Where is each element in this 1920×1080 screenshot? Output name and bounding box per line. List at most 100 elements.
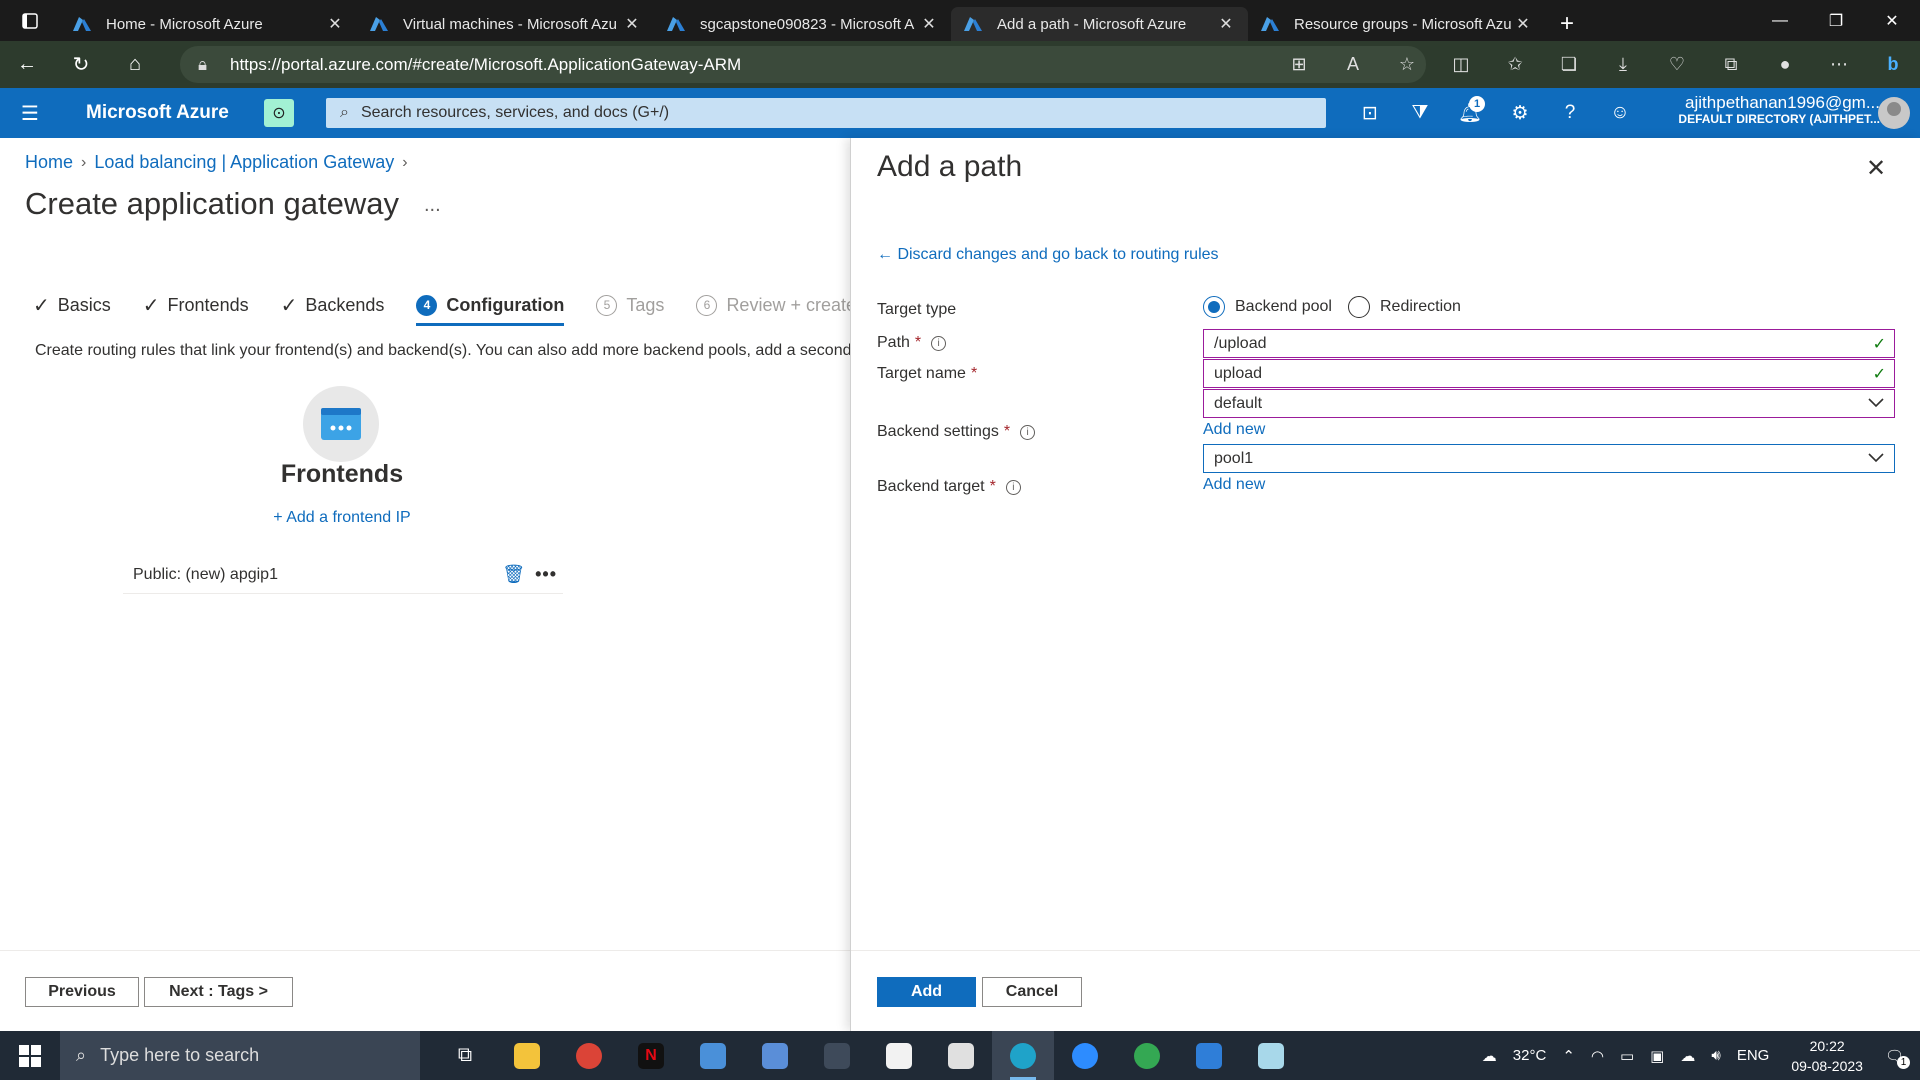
collections-icon[interactable]: ❏ <box>1542 41 1596 88</box>
radio-redirection[interactable]: Redirection <box>1348 296 1461 318</box>
taskbar-search-input[interactable]: ⌕ Type here to search <box>60 1031 420 1080</box>
step-review-create[interactable]: 6 Review + create <box>696 290 856 320</box>
zoom-icon[interactable] <box>1054 1031 1116 1080</box>
discard-changes-link[interactable]: ← Discard changes and go back to routing… <box>877 246 1219 264</box>
performance-icon[interactable]: ♡ <box>1650 41 1704 88</box>
close-icon[interactable]: ✕ <box>1861 154 1891 183</box>
weather-icon[interactable]: ☁ <box>1482 1047 1497 1065</box>
settings-more-icon[interactable]: ⋯ <box>1812 41 1866 88</box>
avatar[interactable] <box>1878 97 1910 129</box>
browser-tab-virtual-machines[interactable]: Virtual machines - Microsoft Azu ✕ <box>357 7 654 41</box>
new-tab-button[interactable]: + <box>1545 7 1589 41</box>
notifications-bell-icon[interactable]: 🔔︎ 1 <box>1445 88 1495 138</box>
browser-tab-home[interactable]: Home - Microsoft Azure ✕ <box>60 7 357 41</box>
hamburger-menu-icon[interactable]: ☰ <box>0 88 60 138</box>
backend-settings-add-new-link[interactable]: Add new <box>1203 421 1265 439</box>
bing-copilot-icon[interactable]: b <box>1866 41 1920 88</box>
extensions-icon[interactable]: ⧉ <box>1704 41 1758 88</box>
close-tab-icon[interactable]: ✕ <box>1216 14 1236 34</box>
chrome-icon[interactable] <box>558 1031 620 1080</box>
backend-settings-dropdown[interactable]: default <box>1203 389 1895 418</box>
refresh-icon[interactable]: ↻ <box>54 41 108 88</box>
task-view-icon[interactable]: ⧉ <box>434 1031 496 1080</box>
meet-now-icon[interactable]: ▣ <box>1650 1047 1664 1065</box>
remote-desktop-icon[interactable] <box>744 1031 806 1080</box>
chevron-up-icon[interactable]: ⌃ <box>1562 1047 1575 1065</box>
cloud-shell-icon[interactable]: ⊡ <box>1345 88 1395 138</box>
more-options-icon[interactable]: ... <box>424 194 441 217</box>
step-basics[interactable]: ✓ Basics <box>33 290 111 320</box>
trash-icon[interactable]: 🗑︎ <box>502 564 525 585</box>
battery-icon[interactable]: ▭ <box>1620 1047 1634 1065</box>
windows-start-icon[interactable] <box>0 1031 60 1080</box>
close-tab-icon[interactable]: ✕ <box>919 14 939 34</box>
chrome-profile-icon[interactable] <box>1116 1031 1178 1080</box>
backend-target-add-new-link[interactable]: Add new <box>1203 476 1265 494</box>
step-frontends[interactable]: ✓ Frontends <box>143 290 249 320</box>
photos-icon[interactable] <box>1178 1031 1240 1080</box>
help-icon[interactable]: ? <box>1545 88 1595 138</box>
close-window-icon[interactable]: ✕ <box>1864 0 1920 41</box>
wifi-icon[interactable]: ◠ <box>1591 1047 1604 1065</box>
restore-icon[interactable]: ❐ <box>1808 0 1864 41</box>
more-options-icon[interactable]: ••• <box>535 564 557 585</box>
home-icon[interactable]: ⌂ <box>108 41 162 88</box>
radio-backend-pool[interactable]: Backend pool <box>1203 296 1332 318</box>
breadcrumb-home[interactable]: Home <box>25 152 73 173</box>
onedrive-icon[interactable]: ☁ <box>1680 1047 1695 1065</box>
feedback-icon[interactable]: ☺ <box>1595 88 1645 138</box>
minimize-icon[interactable]: — <box>1752 0 1808 41</box>
favorite-star-icon[interactable]: ☆ <box>1380 41 1434 88</box>
azure-search-input[interactable]: ⌕ Search resources, services, and docs (… <box>326 98 1326 128</box>
split-screen-icon[interactable]: ◫ <box>1434 41 1488 88</box>
profile-icon[interactable]: ● <box>1758 41 1812 88</box>
app-available-icon[interactable]: ⊞ <box>1272 41 1326 88</box>
info-icon[interactable]: i <box>1005 479 1021 495</box>
address-bar[interactable]: 🔒︎ https://portal.azure.com/#create/Micr… <box>180 46 1426 83</box>
account-menu[interactable]: ajithpethanan1996@gm... DEFAULT DIRECTOR… <box>1670 94 1880 128</box>
step-configuration[interactable]: 4 Configuration <box>416 290 564 326</box>
previous-button[interactable]: Previous <box>25 977 139 1007</box>
info-icon[interactable]: i <box>1020 424 1036 440</box>
printer-app-icon[interactable] <box>806 1031 868 1080</box>
step-tags[interactable]: 5 Tags <box>596 290 664 320</box>
favorites-icon[interactable]: ✩ <box>1488 41 1542 88</box>
upgrade-icon[interactable]: ⊙ <box>264 99 294 127</box>
snipping-tool-icon[interactable] <box>930 1031 992 1080</box>
close-tab-icon[interactable]: ✕ <box>622 14 642 34</box>
browser-tab-sgcapstone[interactable]: sgcapstone090823 - Microsoft A ✕ <box>654 7 951 41</box>
notes-app-icon[interactable] <box>1240 1031 1302 1080</box>
read-aloud-icon[interactable]: A <box>1326 41 1380 88</box>
browser-tab-resource-groups[interactable]: Resource groups - Microsoft Azu ✕ <box>1248 7 1545 41</box>
volume-icon[interactable]: 🔊︎ <box>1711 1047 1720 1064</box>
step-backends[interactable]: ✓ Backends <box>281 290 385 320</box>
netflix-icon[interactable]: N <box>620 1031 682 1080</box>
tab-actions-icon[interactable] <box>0 0 60 41</box>
backend-target-dropdown[interactable]: pool1 <box>1203 444 1895 473</box>
azure-brand[interactable]: Microsoft Azure <box>86 102 256 124</box>
gear-icon[interactable]: ⚙ <box>1495 88 1545 138</box>
next-tags-button[interactable]: Next : Tags > <box>144 977 293 1007</box>
directory-filter-icon[interactable]: ⧩ <box>1395 88 1445 138</box>
close-tab-icon[interactable]: ✕ <box>325 14 345 34</box>
clock[interactable]: 20:22 09-08-2023 <box>1791 1036 1863 1076</box>
breadcrumb-load-balancing[interactable]: Load balancing | Application Gateway <box>94 152 394 173</box>
back-icon[interactable]: ← <box>0 41 54 88</box>
browser-tab-add-a-path[interactable]: Add a path - Microsoft Azure ✕ <box>951 7 1248 41</box>
network-app-icon[interactable] <box>682 1031 744 1080</box>
frontend-list-item[interactable]: Public: (new) apgip1 🗑︎ ••• <box>123 556 563 594</box>
path-input[interactable]: /upload ✓ <box>1203 329 1895 358</box>
close-tab-icon[interactable]: ✕ <box>1513 14 1533 34</box>
language-indicator[interactable]: ENG <box>1737 1047 1770 1064</box>
add-button[interactable]: Add <box>877 977 976 1007</box>
add-frontend-ip-link[interactable]: + Add a frontend IP <box>200 509 484 527</box>
temperature[interactable]: 32°C <box>1513 1047 1547 1064</box>
info-icon[interactable]: i <box>931 335 947 351</box>
microsoft-store-icon[interactable] <box>868 1031 930 1080</box>
cancel-button[interactable]: Cancel <box>982 977 1082 1007</box>
target-name-input[interactable]: upload ✓ <box>1203 359 1895 388</box>
file-explorer-icon[interactable] <box>496 1031 558 1080</box>
downloads-icon[interactable]: ⤓ <box>1596 41 1650 88</box>
edge-icon[interactable] <box>992 1031 1054 1080</box>
notification-center-icon[interactable]: 🗨︎ 1 <box>1885 1047 1910 1069</box>
